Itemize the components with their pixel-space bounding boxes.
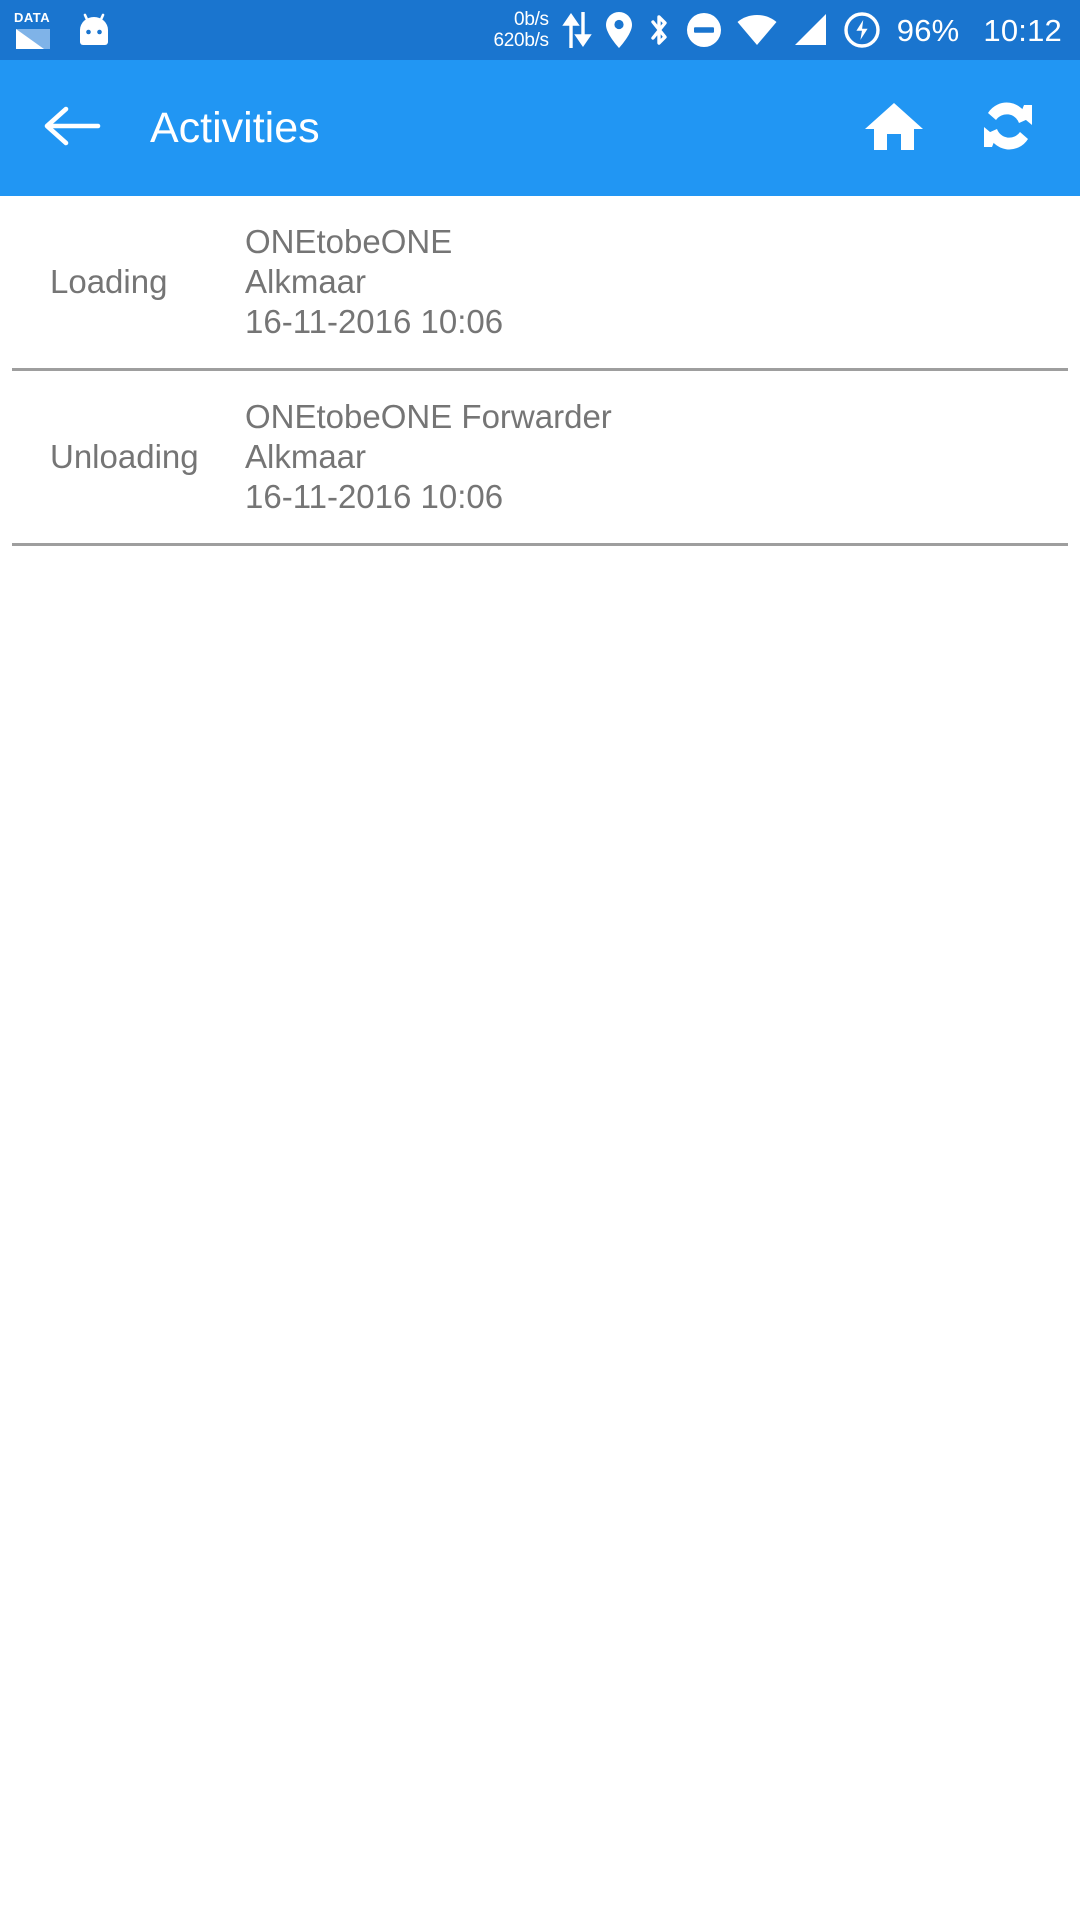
svg-text:DATA: DATA	[14, 10, 50, 25]
data-transfer-arrows-icon	[562, 10, 592, 50]
activity-city: Alkmaar	[245, 263, 367, 300]
refresh-button[interactable]	[966, 86, 1050, 170]
location-pin-icon	[605, 11, 633, 49]
activity-details: ONEtobeONE Forwarder Alkmaar 16-11-2016 …	[245, 397, 1080, 517]
battery-percentage: 96%	[896, 12, 960, 48]
activity-company: ONEtobeONE	[245, 223, 453, 260]
cell-signal-icon	[791, 11, 829, 49]
activity-type-label: Loading	[50, 263, 168, 300]
wifi-icon	[736, 11, 778, 49]
app-bar: Activities	[0, 60, 1080, 196]
list-divider	[12, 543, 1068, 546]
activity-city: Alkmaar	[245, 438, 367, 475]
table-row[interactable]: Loading ONEtobeONE Alkmaar 16-11-2016 10…	[0, 196, 1080, 368]
home-button[interactable]	[852, 86, 936, 170]
do-not-disturb-icon	[685, 11, 723, 49]
network-upload-speed: 0b/s	[514, 9, 549, 30]
activity-company: ONEtobeONE Forwarder	[245, 398, 612, 435]
page-title: Activities	[150, 104, 320, 152]
bluetooth-icon	[646, 11, 672, 49]
network-speed-indicator: 0b/s 620b/s	[493, 9, 550, 51]
status-bar[interactable]: DATA 0b/s 620b/s 96% 10:12	[0, 0, 1080, 60]
activity-details: ONEtobeONE Alkmaar 16-11-2016 10:06	[245, 222, 1080, 342]
activity-datetime: 16-11-2016 10:06	[245, 303, 504, 340]
table-row[interactable]: Unloading ONEtobeONE Forwarder Alkmaar 1…	[0, 371, 1080, 543]
status-bar-right-icons: 0b/s 620b/s 96% 10:12	[494, 9, 1062, 51]
back-button[interactable]	[36, 92, 108, 164]
data-sim-icon: DATA	[14, 9, 52, 51]
home-icon	[862, 96, 926, 161]
activity-list: Loading ONEtobeONE Alkmaar 16-11-2016 10…	[0, 196, 1080, 546]
status-bar-clock: 10:12	[983, 12, 1062, 48]
refresh-icon	[976, 95, 1040, 162]
android-head-icon	[74, 10, 114, 50]
battery-charging-icon	[842, 10, 882, 50]
arrow-back-icon	[42, 101, 102, 156]
status-bar-left-icons: DATA	[14, 9, 114, 51]
network-download-speed: 620b/s	[493, 30, 550, 51]
activity-type-label: Unloading	[50, 438, 199, 475]
activity-datetime: 16-11-2016 10:06	[245, 478, 504, 515]
